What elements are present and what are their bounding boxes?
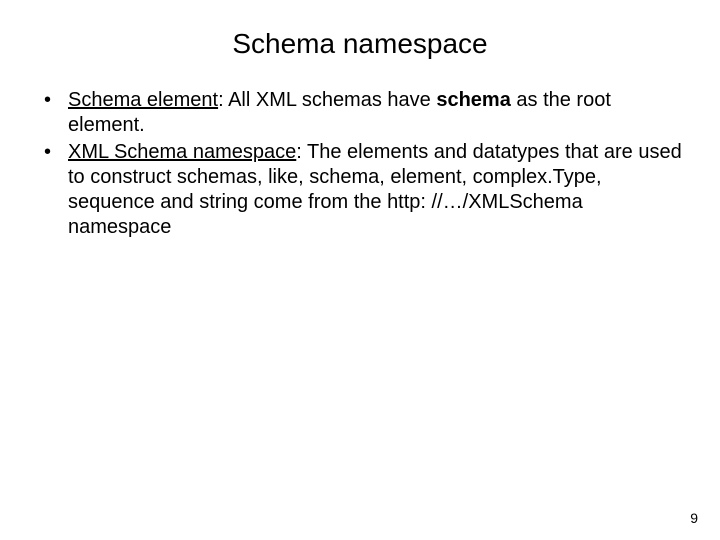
page-number: 9 (690, 510, 698, 526)
bullet-colon: : (218, 89, 228, 111)
bullet-term: XML Schema namespace (68, 141, 296, 163)
list-item: Schema element: All XML schemas have sch… (38, 88, 686, 138)
slide-title: Schema namespace (34, 28, 686, 60)
slide: Schema namespace Schema element: All XML… (0, 0, 720, 540)
bullet-colon: : (296, 141, 307, 163)
list-item: XML Schema namespace: The elements and d… (38, 140, 686, 240)
bullet-text-bold: schema (436, 89, 511, 111)
bullet-list: Schema element: All XML schemas have sch… (34, 88, 686, 240)
bullet-text-before: All XML schemas have (228, 89, 436, 111)
bullet-term: Schema element (68, 89, 218, 111)
